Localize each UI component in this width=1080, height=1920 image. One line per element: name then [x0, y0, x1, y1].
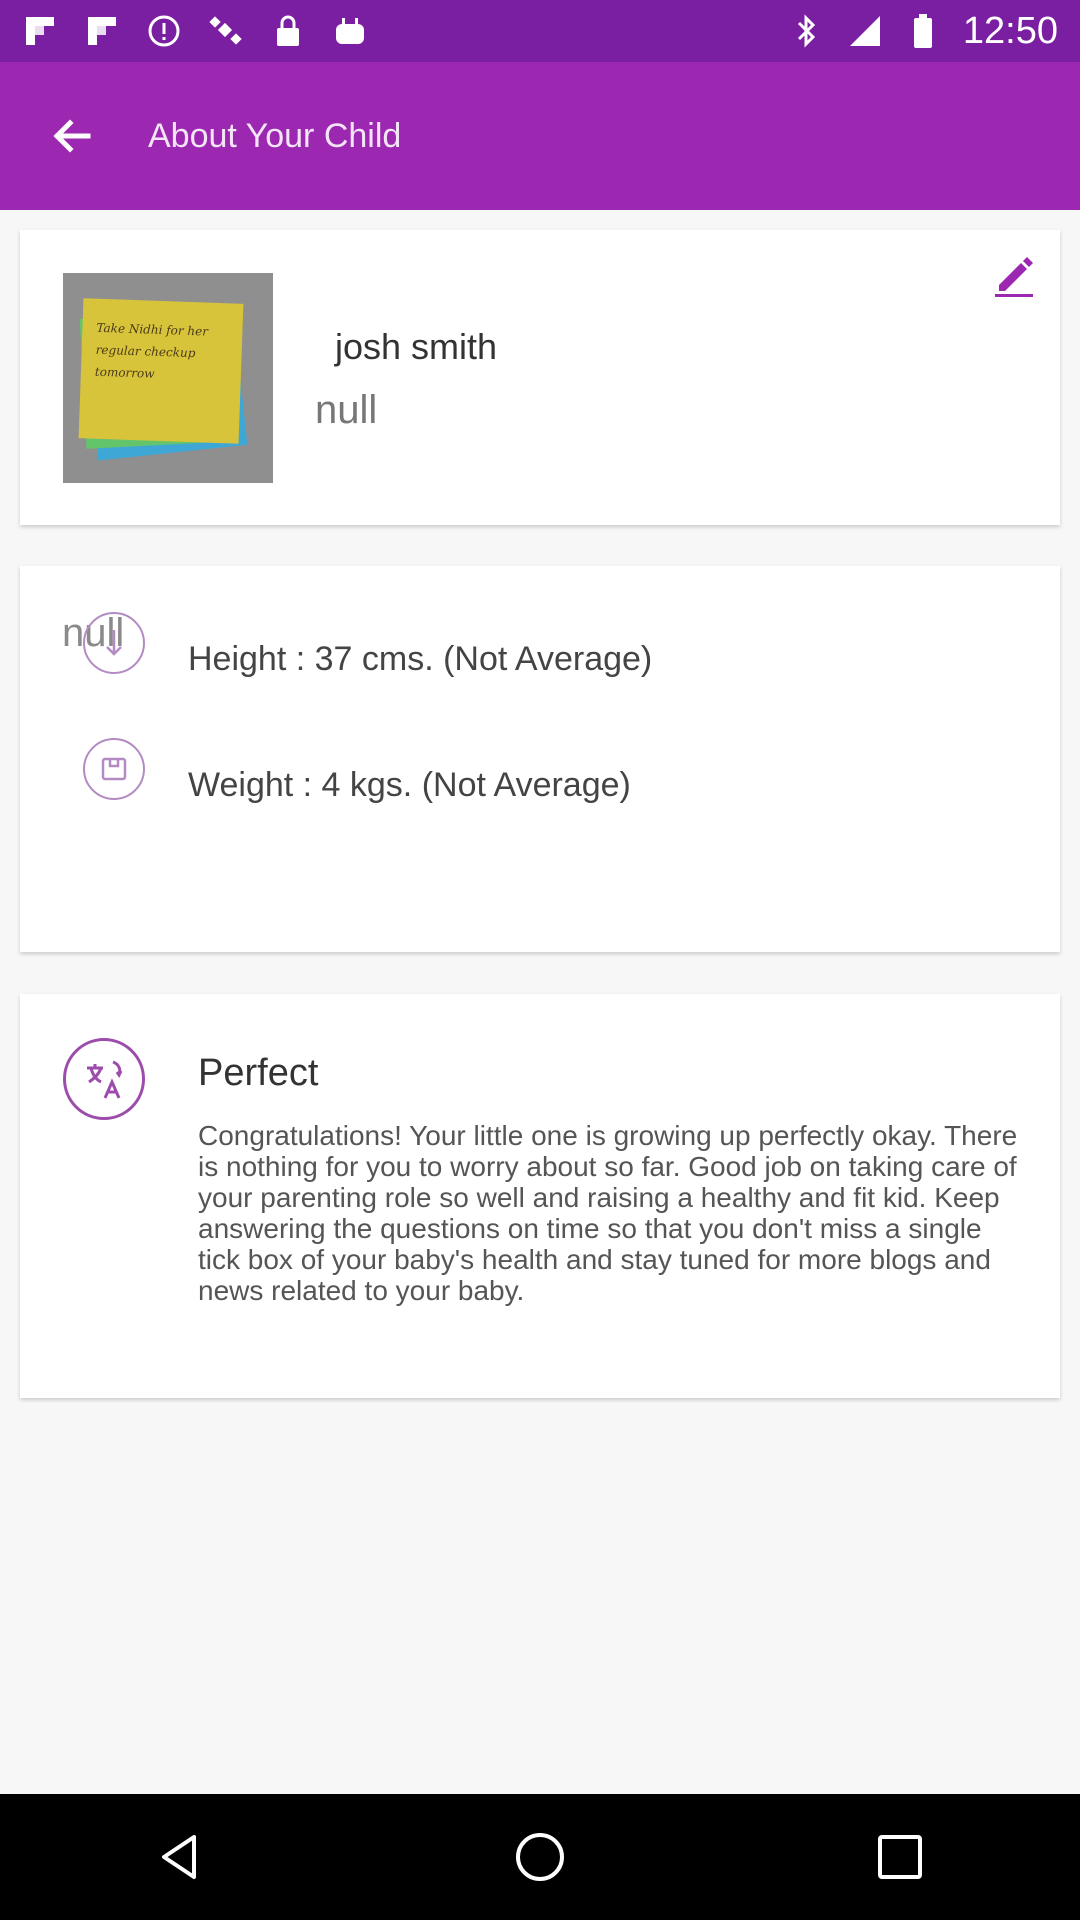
pencil-icon [995, 257, 1033, 297]
lock-icon [270, 13, 306, 49]
satellite-icon [208, 13, 244, 49]
edit-button[interactable] [986, 248, 1042, 304]
status-title: Perfect [198, 1052, 319, 1094]
height-icon [83, 612, 145, 674]
nav-home-button[interactable] [485, 1802, 595, 1912]
nav-home-icon [516, 1833, 564, 1881]
arrow-back-icon [53, 119, 91, 153]
metrics-card: null Height : 37 cms. (Not Average) Weig… [20, 566, 1060, 952]
android-icon [332, 13, 368, 49]
child-name: josh smith [325, 326, 498, 367]
height-value: Height : 37 cms. (Not Average) [188, 640, 653, 678]
translate-icon [63, 1038, 145, 1120]
flipboard-icon [84, 13, 120, 49]
status-card: Perfect Congratulations! Your little one… [20, 994, 1060, 1398]
child-subtitle: null [315, 388, 378, 432]
sticky-note-yellow: Take Nidhi for her regular checkup tomor… [78, 298, 244, 444]
status-bar: 12:50 [0, 0, 1080, 62]
nav-recents-button[interactable] [845, 1802, 955, 1912]
weight-icon [83, 738, 145, 800]
weight-value: Weight : 4 kgs. (Not Average) [188, 766, 631, 804]
signal-icon [847, 13, 883, 49]
profile-card: Take Nidhi for her regular checkup tomor… [20, 230, 1060, 525]
nav-recents-icon [878, 1835, 922, 1879]
flipboard-icon [22, 13, 58, 49]
status-time: 12:50 [962, 9, 1058, 52]
nav-back-icon [162, 1835, 196, 1879]
app-bar: About Your Child [0, 62, 1080, 210]
back-button[interactable] [22, 86, 122, 186]
bluetooth-icon [789, 13, 825, 49]
system-nav-bar [0, 1794, 1080, 1920]
page-title: About Your Child [148, 116, 402, 155]
battery-icon [905, 13, 941, 49]
alert-icon [146, 13, 182, 49]
nav-back-button[interactable] [125, 1802, 235, 1912]
child-photo[interactable]: Take Nidhi for her regular checkup tomor… [63, 273, 273, 483]
status-description: Congratulations! Your little one is grow… [198, 1120, 1018, 1306]
